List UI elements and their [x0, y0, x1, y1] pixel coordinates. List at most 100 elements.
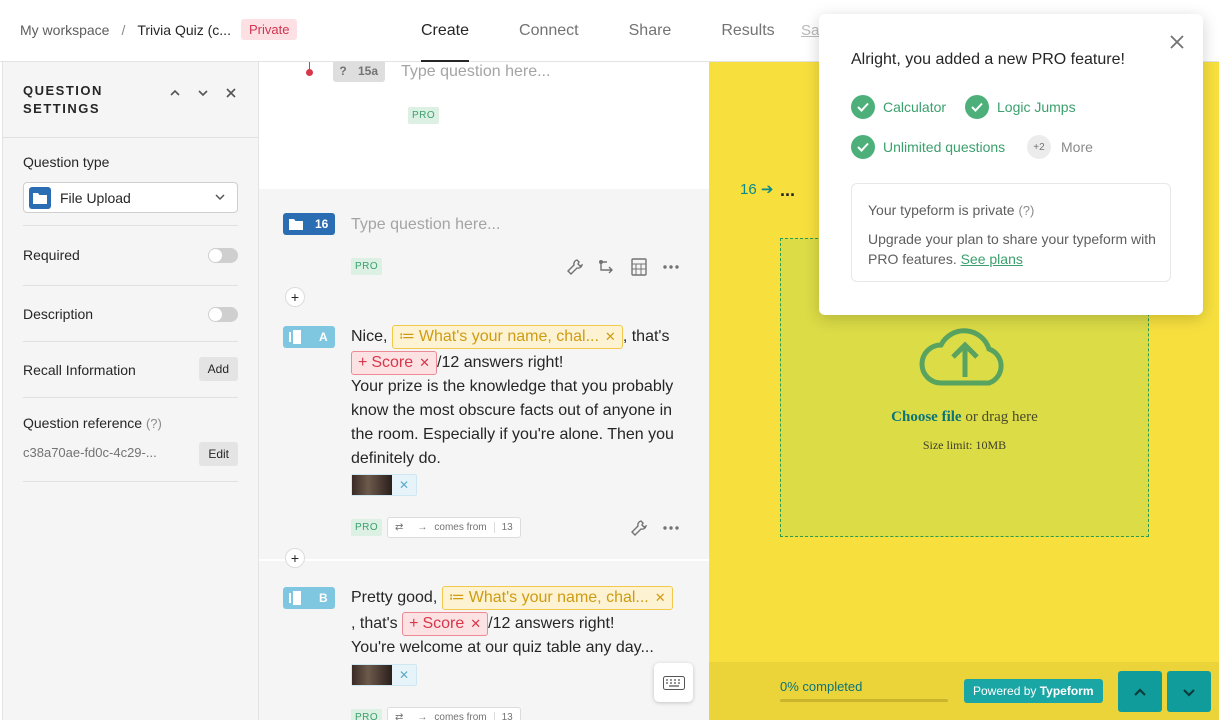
next-button[interactable] [1167, 671, 1211, 712]
question-16-badge[interactable]: 16 [283, 213, 335, 235]
feature-logic-jumps: Logic Jumps [965, 95, 1076, 119]
more-icon[interactable] [663, 525, 679, 531]
see-plans-link[interactable]: See plans [961, 251, 1023, 267]
recall-chip-score[interactable]: + Score ✕ [351, 351, 438, 375]
help-icon[interactable]: (?) [1018, 203, 1034, 218]
folder-icon [283, 218, 309, 230]
question-15a-input[interactable]: Type question here... [401, 63, 550, 81]
tab-share[interactable]: Share [629, 0, 672, 62]
preview-question-title: ... [780, 180, 796, 200]
question-type-label: Question type [23, 154, 110, 170]
more-icon[interactable] [663, 264, 679, 270]
recall-chip-score[interactable]: + Score ✕ [402, 612, 489, 636]
comes-from-pill[interactable]: ⇄ → comes from 13 [387, 517, 521, 538]
private-badge[interactable]: Private [240, 19, 298, 40]
preview-footer: 0% completed Powered by Typeform [709, 662, 1219, 720]
chip-label: What's your name, chal... [418, 328, 599, 345]
wrench-icon[interactable] [566, 258, 584, 276]
previous-button[interactable] [1118, 671, 1162, 712]
calculator-icon[interactable] [631, 258, 647, 276]
required-label: Required [23, 247, 80, 263]
logic-info[interactable]: ⇄ → comes from 13 [387, 517, 521, 538]
powered-by-badge[interactable]: Powered by Typeform [964, 679, 1103, 703]
brand-name: Typeform [1039, 684, 1094, 698]
ending-text-suffix: /12 answers right! [488, 615, 615, 632]
chevron-down-icon[interactable] [196, 86, 210, 100]
question-15a-badge[interactable]: ? 15a [333, 62, 385, 82]
remove-chip-icon[interactable]: ✕ [605, 329, 616, 344]
add-question-button[interactable]: + [285, 287, 305, 307]
feature-label: Unlimited questions [883, 139, 1006, 155]
ending-text-suffix: /12 answers right! [437, 354, 564, 371]
add-question-button[interactable]: + [285, 548, 305, 568]
comes-from-pill[interactable]: ⇄ → comes from 13 [387, 707, 521, 720]
check-icon [851, 135, 875, 159]
question-number: 16 [315, 217, 329, 231]
question-type-section: Question type File Upload [23, 138, 238, 226]
choose-file-link[interactable]: Choose file [891, 409, 961, 425]
logic-dot [306, 69, 313, 76]
ending-body: Your prize is the knowledge that you pro… [351, 378, 674, 467]
image-thumbnail [352, 665, 392, 685]
wrench-icon[interactable] [630, 519, 648, 537]
tab-connect[interactable]: Connect [519, 0, 579, 62]
recall-icon: ≔ [448, 589, 465, 606]
save-link[interactable]: Sa [801, 22, 819, 39]
popover-title: Alright, you added a new PRO feature! [851, 51, 1125, 68]
tab-results[interactable]: Results [721, 0, 774, 62]
more-label: More [1061, 139, 1093, 155]
chip-label: What's your name, chal... [468, 589, 649, 606]
ending-b-image[interactable]: ✕ [351, 664, 417, 686]
ending-a-image[interactable]: ✕ [351, 474, 417, 496]
keyboard-shortcuts-button[interactable] [654, 663, 693, 702]
form-title[interactable]: Trivia Quiz (c... [137, 22, 231, 38]
remove-image-icon[interactable]: ✕ [392, 668, 416, 682]
tab-create[interactable]: Create [421, 0, 470, 62]
feature-unlimited-questions: Unlimited questions [851, 135, 1005, 159]
logic-info[interactable]: ⇄ → comes from 13 [387, 707, 521, 720]
description-section: Description [23, 286, 238, 342]
comes-from-count: 13 [493, 712, 520, 720]
reference-edit-button[interactable]: Edit [199, 442, 238, 466]
chevron-down-icon [215, 194, 225, 201]
ending-a-badge[interactable]: A [283, 326, 335, 348]
description-label: Description [23, 306, 94, 322]
question-16-input[interactable]: Type question here... [351, 216, 500, 234]
close-icon[interactable] [1169, 34, 1185, 50]
recall-chip-name[interactable]: ≔ What's your name, chal... ✕ [441, 586, 673, 610]
remove-chip-icon[interactable]: ✕ [655, 590, 666, 605]
private-info-box: Your typeform is private (?) Upgrade you… [851, 183, 1171, 282]
recall-add-button[interactable]: Add [198, 357, 238, 381]
check-icon [965, 95, 989, 119]
chevron-up-icon[interactable] [168, 86, 182, 100]
remove-chip-icon[interactable]: ✕ [419, 355, 430, 370]
close-icon[interactable] [224, 86, 238, 100]
settings-title-line2: SETTINGS [23, 101, 101, 116]
comes-from-label: comes from [434, 522, 487, 533]
required-toggle[interactable] [208, 248, 238, 263]
question-type-select[interactable]: File Upload [23, 182, 238, 213]
help-icon[interactable]: (?) [146, 416, 162, 431]
plus-icon: + [358, 354, 368, 371]
arrow-right-icon: → [417, 522, 428, 533]
workspace-link[interactable]: My workspace [20, 22, 109, 38]
remove-image-icon[interactable]: ✕ [392, 478, 416, 492]
description-toggle[interactable] [208, 307, 238, 322]
ending-b-text[interactable]: Pretty good, ≔ What's your name, chal... ✕… [351, 586, 691, 660]
pro-badge: PRO [351, 709, 383, 720]
recall-section: Recall Information Add [23, 342, 238, 398]
remove-chip-icon[interactable]: ✕ [470, 616, 481, 631]
private-title: Your typeform is private [868, 202, 1015, 218]
more-count: +2 [1027, 135, 1051, 159]
keyboard-icon [662, 675, 685, 690]
recall-chip-name[interactable]: ≔ What's your name, chal... ✕ [391, 325, 623, 349]
more-features[interactable]: +2 More [1027, 135, 1093, 159]
logic-jump-icon[interactable] [598, 258, 616, 276]
ending-a-text[interactable]: Nice, ≔ What's your name, chal... ✕ , that'… [351, 325, 691, 471]
comes-from-count: 13 [493, 522, 520, 533]
reference-label: Question reference [23, 415, 143, 431]
ending-b-badge[interactable]: B [283, 587, 335, 609]
chevron-down-icon [1183, 688, 1195, 697]
reference-value: c38a70ae-fd0c-4c29-... [23, 445, 157, 460]
chip-label: Score [371, 354, 414, 371]
